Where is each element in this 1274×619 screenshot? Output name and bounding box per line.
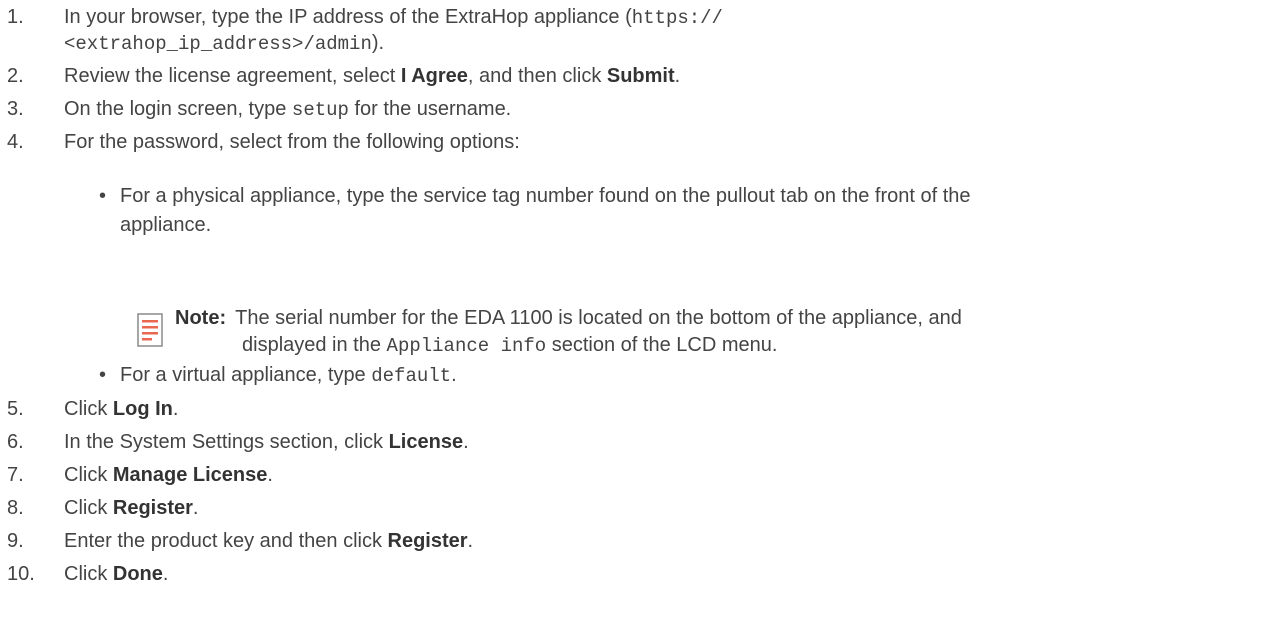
step-7-text: Click Manage License. [64,464,273,486]
step-4-text: For the password, select from the follow… [64,131,520,153]
note-icon [137,313,163,347]
step-8-text: Click Register. [64,497,199,519]
bullet: • [99,185,107,207]
note-line1: Note: The serial number for the EDA 1100 … [175,307,962,329]
step-6-number: 6. [7,431,24,453]
option-physical-line1: For a physical appliance, type the servi… [120,185,971,207]
step-9-text: Enter the product key and then click Reg… [64,530,474,552]
step-3-text: On the login screen, type setup for the … [64,98,512,121]
step-10-number: 10. [7,563,35,585]
note-label: Note: [175,307,227,329]
step-1-number: 1. [7,6,24,28]
step-1-text: In your browser, type the IP address of … [64,6,723,29]
step-10-text: Click Done. [64,563,169,585]
step-9-number: 9. [7,530,24,552]
step-8-number: 8. [7,497,24,519]
step-3-number: 3. [7,98,24,120]
step-7-number: 7. [7,464,24,486]
step-5-number: 5. [7,398,24,420]
note-line2: displayed in the Appliance info section … [242,334,778,357]
option-virtual: For a virtual appliance, type default. [120,364,457,387]
option-physical-line2: appliance. [120,214,212,236]
bullet: • [99,364,107,386]
step-2-number: 2. [7,65,24,87]
step-2-text: Review the license agreement, select I A… [64,65,681,87]
step-4-number: 4. [7,131,24,153]
step-6-text: In the System Settings section, click Li… [64,431,469,453]
step-1-text-cont: <extrahop_ip_address>/admin). [64,32,385,55]
step-5-text: Click Log In. [64,398,179,420]
